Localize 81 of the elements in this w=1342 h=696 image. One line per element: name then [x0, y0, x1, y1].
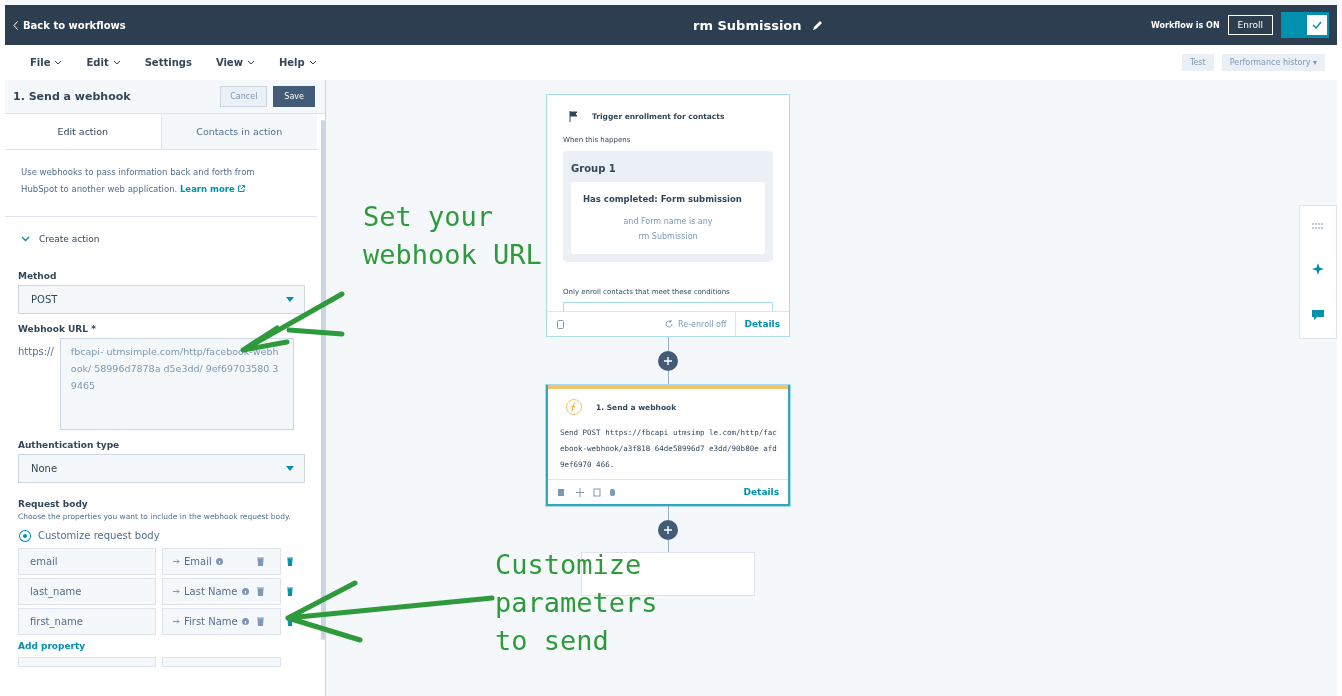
- function-icon: [566, 399, 582, 415]
- condition-detail: rm Submission: [637, 231, 699, 243]
- details-link[interactable]: Details: [734, 312, 789, 336]
- property-field[interactable]: Last Name: [162, 578, 281, 605]
- comment-icon[interactable]: [1312, 309, 1324, 321]
- flag-icon: [569, 111, 578, 122]
- save-button[interactable]: Save: [273, 86, 315, 107]
- property-field[interactable]: [162, 657, 281, 667]
- radio-button[interactable]: [20, 530, 30, 541]
- property-field[interactable]: Email: [162, 548, 281, 575]
- annotation-text: parameters: [495, 586, 658, 620]
- key-field[interactable]: first_name: [18, 608, 156, 635]
- cancel-button[interactable]: Cancel: [220, 86, 268, 107]
- field-label: Method: [18, 271, 58, 281]
- section-toggle[interactable]: Create action: [18, 217, 305, 261]
- trash-icon[interactable]: [287, 557, 293, 566]
- info-icon[interactable]: [241, 588, 249, 595]
- menu-item[interactable]: Settings: [144, 57, 192, 68]
- arrow-icon: [173, 619, 180, 624]
- annotation-text: Customize: [495, 548, 642, 582]
- method-dropdown[interactable]: POST: [18, 285, 305, 314]
- arrow-icon: [173, 559, 180, 564]
- chevron-icon: [21, 236, 30, 242]
- property-name: First Name: [184, 616, 238, 627]
- action-tools-icon[interactable]: [558, 487, 618, 497]
- trash-icon[interactable]: [257, 617, 264, 626]
- property-name: Last Name: [184, 586, 238, 597]
- key-field[interactable]: last_name: [18, 578, 156, 605]
- key-field[interactable]: email: [18, 548, 156, 575]
- auth-dropdown[interactable]: None: [18, 454, 305, 483]
- workflow-status: Workflow is ON: [1150, 20, 1220, 30]
- test-button[interactable]: Test: [1181, 54, 1214, 71]
- description-text: Use webhooks to pass information back and forth from HubSpot to another web application. Learn more: [20, 166, 256, 196]
- workflow-title: rm Submission: [693, 17, 802, 33]
- tab[interactable]: Contacts in action: [160, 114, 317, 149]
- url-prefix: https://: [18, 345, 54, 357]
- performance-history-button[interactable]: Performance history ▾: [1221, 54, 1325, 71]
- grid-icon[interactable]: [1312, 223, 1324, 230]
- key-field[interactable]: [18, 657, 156, 667]
- check-icon: [1312, 20, 1322, 30]
- sparkle-icon[interactable]: [1312, 263, 1324, 276]
- arrow-icon: [173, 589, 180, 594]
- property-name: Email: [184, 556, 212, 567]
- external-link-icon: [237, 185, 245, 192]
- annotation-text: to send: [495, 624, 609, 658]
- add-step-button[interactable]: [658, 520, 678, 540]
- add-step-button[interactable]: [658, 351, 678, 371]
- condition-detail: and Form name is any: [622, 216, 714, 228]
- refresh-icon: [665, 320, 674, 328]
- property-field[interactable]: First Name: [162, 608, 281, 635]
- trash-icon[interactable]: [257, 587, 264, 596]
- menu-item[interactable]: Help: [278, 57, 317, 68]
- condition-text: Has completed: Form submission: [583, 194, 743, 204]
- add-property-link[interactable]: Add property: [18, 641, 305, 651]
- back-link[interactable]: Back to workflows: [13, 19, 493, 31]
- clipboard-icon[interactable]: [557, 319, 564, 329]
- panel-title: 1. Send a webhook: [13, 90, 131, 103]
- info-icon[interactable]: [241, 618, 249, 625]
- radio-label: Customize request body: [38, 530, 160, 541]
- webhook-url-field[interactable]: fbcapi- utmsimple.com/http/facebook-webhook/ 58996d7878a d5e3dd/ 9ef69703580 39465: [59, 338, 294, 430]
- plus-icon: [664, 526, 672, 534]
- annotation-text: Set your: [363, 200, 494, 234]
- pencil-icon[interactable]: [811, 19, 824, 31]
- learn-more-link[interactable]: Learn more: [179, 184, 245, 194]
- info-icon[interactable]: [215, 558, 223, 565]
- enroll-button[interactable]: Enroll: [1227, 15, 1273, 35]
- trash-icon[interactable]: [287, 587, 293, 596]
- menu-item[interactable]: Edit: [86, 57, 121, 68]
- re-enroll-status[interactable]: Re-enroll off: [678, 319, 727, 329]
- back-chevron-icon: [13, 20, 18, 30]
- menu-item[interactable]: File: [30, 57, 63, 68]
- field-label: Webhook URL *: [18, 324, 97, 334]
- details-link[interactable]: Details: [734, 480, 788, 504]
- workflow-toggle[interactable]: [1281, 12, 1329, 38]
- group-title: Group 1: [571, 163, 617, 174]
- annotation-text: webhook URL: [363, 238, 542, 272]
- menu-item[interactable]: View: [215, 57, 255, 68]
- field-label: Request body: [18, 499, 89, 509]
- plus-icon: [664, 357, 672, 365]
- trash-icon[interactable]: [257, 557, 264, 566]
- field-label: Authentication type: [18, 440, 121, 450]
